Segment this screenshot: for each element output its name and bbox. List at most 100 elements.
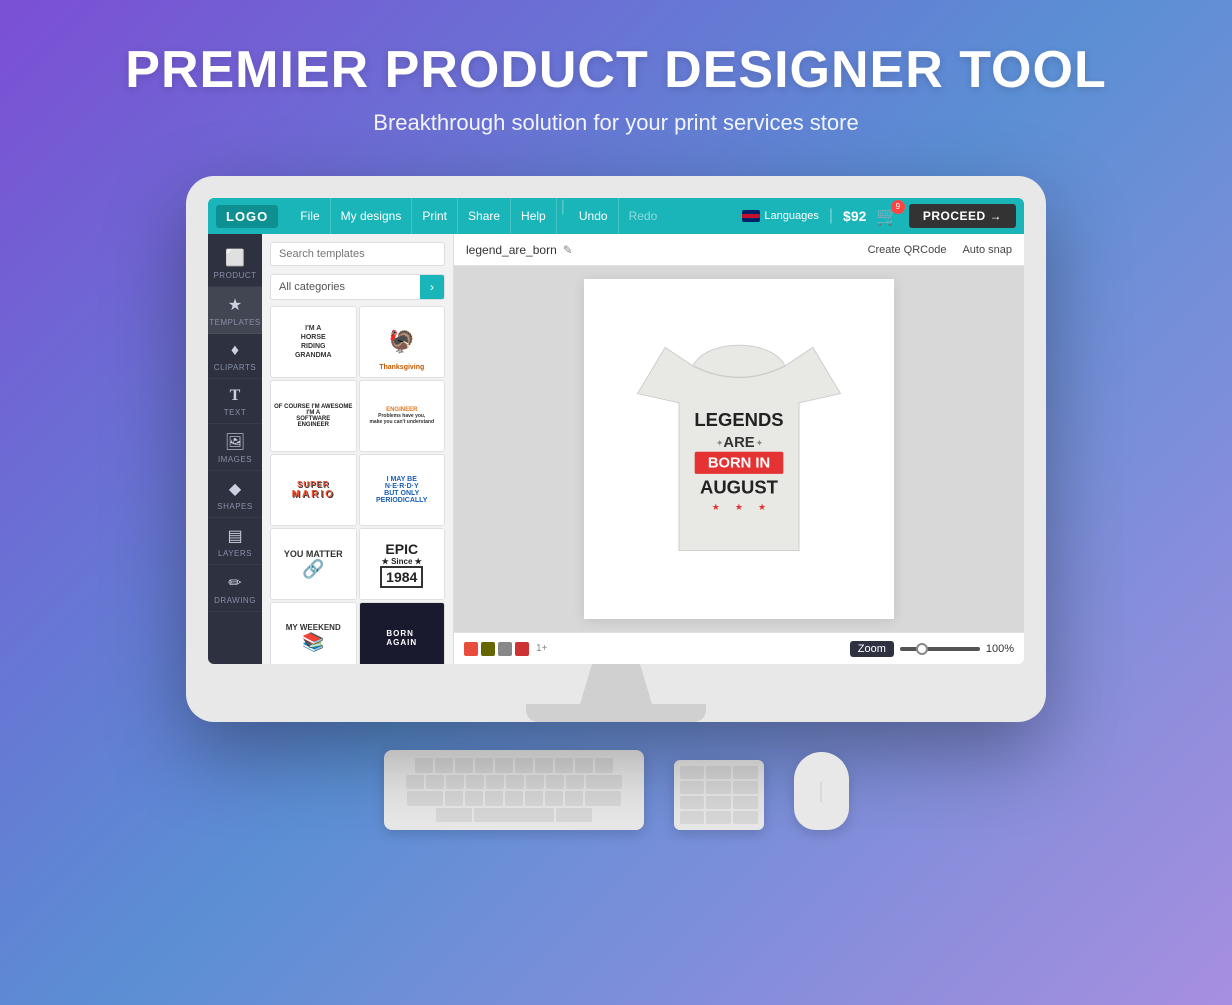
sidebar-item-cliparts[interactable]: ♦ CLIPARTS <box>208 334 262 379</box>
mouse[interactable] <box>794 752 849 830</box>
zoom-percent: 100% <box>986 643 1014 655</box>
sidebar-label-drawing: DRAWING <box>214 596 256 605</box>
price-tag: $92 <box>843 208 866 224</box>
color-swatch-red[interactable] <box>464 642 478 656</box>
canvas-toolbar: legend_are_born ✎ Create QRCode Auto sna… <box>454 234 1024 266</box>
tshirt-svg: LEGENDS ARE ✦ ✦ BORN IN AUGUST ★ ★ <box>619 309 859 589</box>
toolbar-menu: File My designs Print Share Help | Undo … <box>290 198 742 234</box>
language-button[interactable]: Languages <box>742 210 818 222</box>
sidebar-item-images[interactable]: 🖼 IMAGES <box>208 424 262 471</box>
desk-accessories <box>384 750 849 830</box>
sidebar-item-layers[interactable]: ▤ LAYERS <box>208 518 262 565</box>
sidebar-icons: ⬜ PRODUCT ★ TEMPLATES ♦ CLIPARTS T TEXT … <box>208 234 262 664</box>
edit-title-icon[interactable]: ✎ <box>563 243 573 257</box>
cart-badge: 9 <box>891 200 905 214</box>
keyboard <box>384 750 644 830</box>
search-input[interactable] <box>270 242 445 266</box>
menu-share[interactable]: Share <box>458 198 511 234</box>
template-nerdy[interactable]: I MAY BEN·E·R·D·YBUT ONLYPERIODICALLY <box>359 454 446 526</box>
hero-subtitle: Breakthrough solution for your print ser… <box>373 110 858 136</box>
toolbar-right: Languages | $92 🛒 9 PROCEED → <box>742 204 1016 228</box>
color-swatch-gray[interactable] <box>498 642 512 656</box>
hero-title: PREMIER PRODUCT DESIGNER TOOL <box>125 40 1106 100</box>
svg-text:★: ★ <box>758 502 766 512</box>
template-weekend[interactable]: MY WEEKEND 📚 <box>270 602 357 664</box>
color-swatch-olive[interactable] <box>481 642 495 656</box>
svg-text:✦: ✦ <box>756 438 764 448</box>
shapes-icon: ◆ <box>229 479 241 499</box>
swatch-count: 1+ <box>536 643 547 654</box>
auto-snap-button[interactable]: Auto snap <box>962 244 1012 256</box>
svg-text:★: ★ <box>735 502 743 512</box>
monitor-stand <box>208 664 1024 722</box>
templates-panel: All categories › I'M AHORSERIDINGGRANDMA… <box>262 234 454 664</box>
menu-mydesigns[interactable]: My designs <box>331 198 413 234</box>
sidebar-label-cliparts: CLIPARTS <box>214 363 256 372</box>
sidebar-label-templates: TEMPLATES <box>209 318 260 327</box>
layers-icon: ▤ <box>227 526 242 546</box>
svg-text:AUGUST: AUGUST <box>700 476 779 497</box>
main-body: ⬜ PRODUCT ★ TEMPLATES ♦ CLIPARTS T TEXT … <box>208 234 1024 664</box>
app-screen: LOGO File My designs Print Share Help | … <box>208 198 1024 664</box>
menu-undo[interactable]: Undo <box>569 198 619 234</box>
template-engineer[interactable]: ENGINEERProblems have you,make you can't… <box>359 380 446 452</box>
monitor-neck <box>576 664 656 704</box>
flag-icon <box>742 210 760 222</box>
canvas-bottom: 1+ Zoom 100% <box>454 632 1024 664</box>
template-youmatter[interactable]: YOU MATTER 🔗 <box>270 528 357 600</box>
canvas-title-wrapper: legend_are_born ✎ <box>466 243 573 257</box>
sidebar-label-product: PRODUCT <box>213 271 256 280</box>
zoom-control: Zoom 100% <box>850 641 1014 657</box>
cliparts-icon: ♦ <box>231 342 239 360</box>
canvas-white-area[interactable]: LEGENDS ARE ✦ ✦ BORN IN AUGUST ★ ★ <box>584 279 894 619</box>
templates-search-wrapper <box>262 234 453 274</box>
zoom-label: Zoom <box>850 641 894 657</box>
canvas-area: legend_are_born ✎ Create QRCode Auto sna… <box>454 234 1024 664</box>
canvas-main: LEGENDS ARE ✦ ✦ BORN IN AUGUST ★ ★ <box>454 266 1024 632</box>
sidebar-label-layers: LAYERS <box>218 549 252 558</box>
template-software[interactable]: OF COURSE I'M AWESOMEI'M ASOFTWAREENGINE… <box>270 380 357 452</box>
sidebar-item-drawing[interactable]: ✏ DRAWING <box>208 565 262 612</box>
sidebar-label-shapes: SHAPES <box>217 502 252 511</box>
sidebar-item-templates[interactable]: ★ TEMPLATES <box>208 287 262 334</box>
category-label: All categories <box>271 277 420 297</box>
monitor-base <box>526 704 706 722</box>
template-horse[interactable]: I'M AHORSERIDINGGRANDMA <box>270 306 357 378</box>
color-swatch-darkred[interactable] <box>515 642 529 656</box>
sidebar-item-product[interactable]: ⬜ PRODUCT <box>208 240 262 287</box>
menu-redo[interactable]: Redo <box>619 198 668 234</box>
template-thanksgiving[interactable]: 🦃 Thanksgiving <box>359 306 446 378</box>
template-epic[interactable]: EPIC ★ Since ★ 1984 <box>359 528 446 600</box>
sidebar-label-images: IMAGES <box>218 455 252 464</box>
menu-file[interactable]: File <box>290 198 330 234</box>
sidebar-item-shapes[interactable]: ◆ SHAPES <box>208 471 262 518</box>
svg-text:LEGENDS: LEGENDS <box>694 409 783 430</box>
images-icon: 🖼 <box>225 432 245 452</box>
canvas-actions: Create QRCode Auto snap <box>868 244 1012 256</box>
proceed-button[interactable]: PROCEED → <box>909 204 1016 228</box>
svg-text:BORN IN: BORN IN <box>708 455 770 471</box>
language-label: Languages <box>764 210 818 222</box>
product-icon: ⬜ <box>225 248 245 268</box>
category-arrow-icon[interactable]: › <box>420 275 444 299</box>
template-mario[interactable]: SUPER MARIO <box>270 454 357 526</box>
zoom-slider[interactable] <box>900 647 980 651</box>
svg-text:★: ★ <box>712 502 720 512</box>
canvas-title: legend_are_born <box>466 243 557 257</box>
category-selector[interactable]: All categories › <box>270 274 445 300</box>
svg-text:✦: ✦ <box>716 438 724 448</box>
toolbar-logo: LOGO <box>216 205 278 228</box>
templates-grid: I'M AHORSERIDINGGRANDMA 🦃 Thanksgiving O… <box>262 306 453 664</box>
monitor: LOGO File My designs Print Share Help | … <box>186 176 1046 722</box>
create-qrcode-button[interactable]: Create QRCode <box>868 244 947 256</box>
menu-print[interactable]: Print <box>412 198 458 234</box>
color-swatches: 1+ <box>464 642 547 656</box>
cart-button[interactable]: 🛒 9 <box>876 206 898 227</box>
menu-help[interactable]: Help <box>511 198 557 234</box>
template-bornagain[interactable]: BORNAGAIN <box>359 602 446 664</box>
drawing-icon: ✏ <box>228 573 241 593</box>
toolbar: LOGO File My designs Print Share Help | … <box>208 198 1024 234</box>
sidebar-item-text[interactable]: T TEXT <box>208 379 262 424</box>
svg-text:ARE: ARE <box>723 435 754 451</box>
numpad <box>674 760 764 830</box>
